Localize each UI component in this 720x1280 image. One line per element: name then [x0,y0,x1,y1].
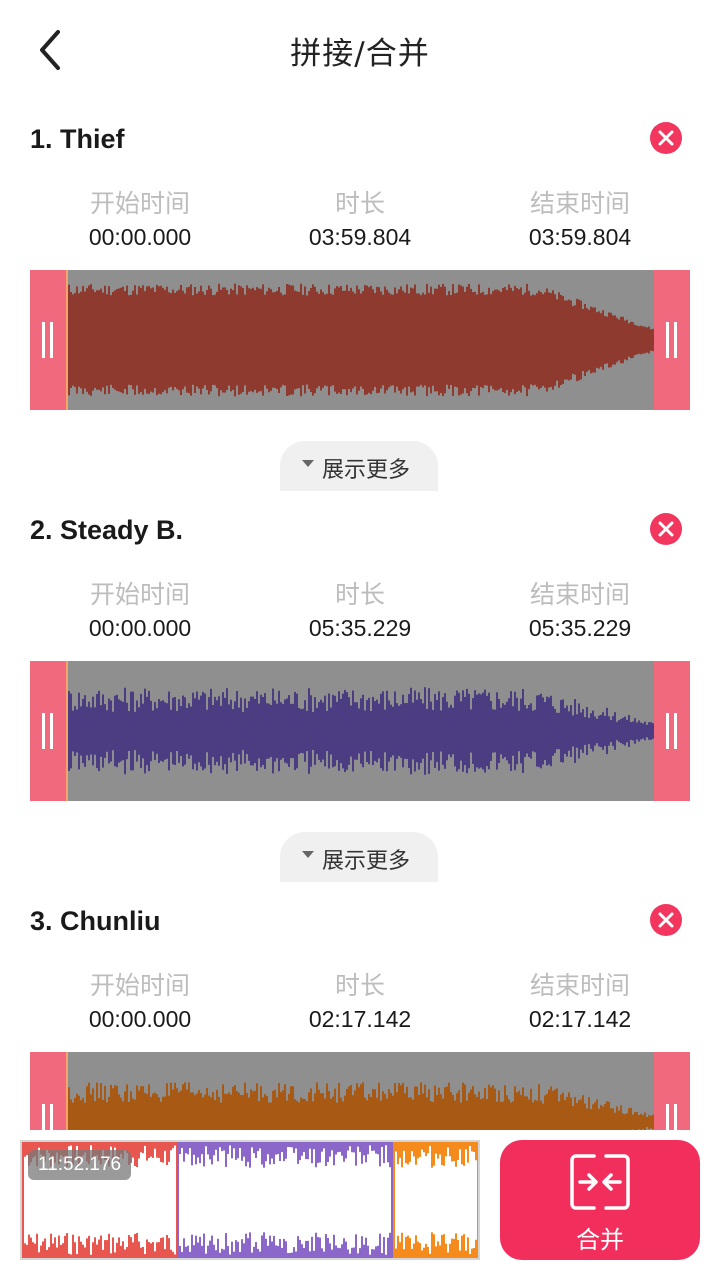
remove-track-button[interactable] [650,122,682,154]
merge-icon [570,1154,630,1210]
end-time-value: 02:17.142 [528,1006,632,1032]
waveform-editor[interactable] [30,270,690,410]
top-bar: 拼接/合并 [0,0,720,100]
merge-button[interactable]: 合并 [500,1140,700,1260]
preview-segment [177,1142,393,1258]
track-name: 2. Steady B. [30,515,184,545]
close-icon [658,912,674,928]
start-time-label: 开始时间 [89,580,190,609]
bottom-bar: 11:52.176 合并 [0,1130,720,1280]
remove-track-button[interactable] [650,513,682,545]
show-more-button[interactable]: 展示更多 [280,441,438,491]
waveform [66,687,654,775]
start-time-value: 00:00.000 [88,224,192,250]
show-more-button[interactable]: 展示更多 [280,832,438,882]
show-more-label: 展示更多 [322,458,411,483]
duration-value: 05:35.229 [308,615,412,641]
trim-end-handle[interactable] [654,270,690,410]
duration-value: 03:59.804 [308,224,412,250]
close-icon [658,130,674,146]
end-time-value: 05:35.229 [528,615,632,641]
track-name: 3. Chunliu [30,906,161,936]
trim-start-handle[interactable] [30,270,66,410]
total-duration-badge: 11:52.176 [28,1150,132,1180]
merge-label: 合并 [576,1226,624,1254]
duration-label: 时长 [334,189,385,218]
end-time-label: 结束时间 [529,189,630,218]
duration-value: 02:17.142 [308,1006,412,1032]
waveform [66,283,654,397]
remove-track-button[interactable] [650,904,682,936]
show-more-label: 展示更多 [322,849,411,874]
caret-down-icon [302,851,314,858]
preview-segment [393,1142,478,1258]
end-time-label: 结束时间 [529,580,630,609]
duration-label: 时长 [334,971,385,1000]
caret-down-icon [302,460,314,467]
merged-preview[interactable]: 11:52.176 [20,1140,480,1260]
start-time-label: 开始时间 [89,971,190,1000]
trim-start-handle[interactable] [30,661,66,801]
start-time-value: 00:00.000 [88,615,192,641]
duration-label: 时长 [334,580,385,609]
page-title: 拼接/合并 [290,36,430,72]
waveform-editor[interactable] [30,661,690,801]
end-time-label: 结束时间 [529,971,630,1000]
track-name: 1. Thief [30,124,125,154]
close-icon [658,521,674,537]
start-time-value: 00:00.000 [88,1006,192,1032]
end-time-value: 03:59.804 [528,224,632,250]
trim-end-handle[interactable] [654,661,690,801]
start-time-label: 开始时间 [89,189,190,218]
